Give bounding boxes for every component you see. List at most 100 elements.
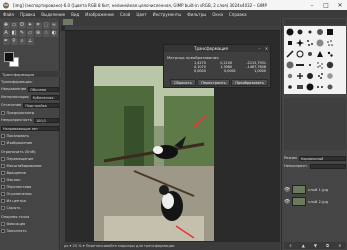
horizontal-ruler[interactable] [65, 26, 280, 31]
brush-preset[interactable] [316, 71, 326, 81]
visibility-eye-icon[interactable]: 👁 [284, 187, 290, 193]
menu-select[interactable]: Выделение [41, 12, 65, 17]
brush-preset[interactable] [326, 38, 336, 48]
constraint-item[interactable]: Перспектива [1, 184, 59, 190]
brush-preset[interactable] [316, 27, 326, 37]
transform-button[interactable]: Преобразовать [231, 79, 268, 86]
brush-preset[interactable] [295, 60, 305, 70]
preview-checkbox[interactable] [1, 111, 5, 115]
lower-layer-icon[interactable]: ▼ [314, 243, 317, 248]
show-checkbox[interactable] [1, 134, 5, 138]
constraint-checkbox[interactable] [1, 199, 5, 203]
constraint-checkbox[interactable] [1, 192, 5, 196]
pivot-checkbox[interactable] [1, 229, 5, 233]
brush-preset[interactable] [295, 27, 305, 37]
brushes-tab[interactable] [284, 19, 346, 25]
menu-tools[interactable]: Инструменты [153, 12, 182, 17]
close-button[interactable]: ✕ [333, 0, 347, 10]
clone-tool-icon[interactable]: ⊕ [34, 29, 42, 37]
brush-preset[interactable] [305, 71, 315, 81]
warp-tool-icon[interactable]: ≈ [50, 21, 58, 29]
constraint-checkbox[interactable] [1, 157, 5, 161]
smudge-tool-icon[interactable]: ☝ [42, 29, 50, 37]
constraint-item[interactable]: Перемещение [1, 156, 59, 162]
brush-preset[interactable] [316, 82, 326, 92]
measure-tool-icon[interactable]: ⟂ [26, 37, 34, 45]
brush-preset[interactable] [285, 38, 295, 48]
interpolation-select[interactable]: Кубическая [30, 94, 59, 100]
new-layer-icon[interactable]: ＋ [289, 243, 293, 249]
pivot-item[interactable]: Фиксация [1, 221, 59, 227]
brush-preset[interactable] [285, 71, 295, 81]
menu-image[interactable]: Изображение [85, 12, 114, 17]
dodge-tool-icon[interactable]: ◐ [50, 29, 58, 37]
brush-preset[interactable] [295, 38, 305, 48]
tool-options-tab[interactable]: Трансформация [0, 71, 60, 77]
eraser-tool-icon[interactable]: ▱ [26, 29, 34, 37]
foreground-color-swatch[interactable] [4, 52, 14, 62]
text-tool-icon[interactable]: A [2, 29, 10, 37]
pivot-item[interactable]: Заполнять [1, 228, 59, 234]
brush-preset[interactable] [316, 60, 326, 70]
bucket-fill-tool-icon[interactable]: ◧ [10, 29, 18, 37]
constraint-item[interactable]: Наклон [1, 177, 59, 183]
menu-colors[interactable]: Цвет [136, 12, 146, 17]
brush-preset[interactable] [305, 38, 315, 48]
show-row[interactable]: Показывать [1, 133, 59, 139]
brush-preset[interactable] [305, 49, 315, 59]
brush-preset[interactable] [295, 71, 305, 81]
image-row[interactable]: Изображение [1, 140, 59, 146]
zoom-tool-icon[interactable]: ⌕ [18, 37, 26, 45]
brush-preset[interactable] [305, 27, 315, 37]
brush-preset[interactable] [305, 82, 315, 92]
fuzzy-select-tool-icon[interactable]: ✦ [26, 21, 34, 29]
layer-item[interactable]: 👁 слой 2.jpg [284, 196, 346, 207]
brush-preset[interactable] [326, 82, 336, 92]
brush-preset[interactable] [285, 60, 295, 70]
layer-mode-select[interactable]: Нормальный [298, 155, 346, 161]
opacity-slider[interactable]: 100,0 [34, 117, 59, 123]
crop-tool-icon[interactable]: ⌗ [34, 21, 42, 29]
path-tool-icon[interactable]: ✒ [2, 37, 10, 45]
menu-windows[interactable]: Окна [212, 12, 223, 17]
brush-preset[interactable] [326, 49, 336, 59]
layer-item[interactable]: 👁 слой 1.jpg [284, 184, 346, 195]
raise-layer-icon[interactable]: ▲ [302, 243, 305, 248]
color-picker-tool-icon[interactable]: ⚲ [10, 37, 18, 45]
clipping-select[interactable]: Подстройка [23, 102, 59, 108]
brush-preset[interactable] [316, 49, 326, 59]
rect-select-tool-icon[interactable]: ▭ [10, 21, 18, 29]
guides-select[interactable]: Направляющие нет [1, 125, 59, 131]
menu-help[interactable]: Справка [229, 12, 247, 17]
maximize-button[interactable]: □ [319, 0, 333, 10]
fg-bg-color-selector[interactable] [4, 52, 20, 68]
constraint-checkbox[interactable] [1, 164, 5, 168]
brush-preset[interactable] [326, 27, 336, 37]
brush-preset[interactable] [285, 82, 295, 92]
constraint-checkbox[interactable] [1, 171, 5, 175]
pivot-checkbox[interactable] [1, 222, 5, 226]
constraint-checkbox[interactable] [1, 178, 5, 182]
delete-layer-icon[interactable]: ✕ [338, 243, 341, 248]
visibility-eye-icon[interactable]: 👁 [284, 199, 290, 205]
preview-row[interactable]: Предпросмотр [1, 110, 59, 116]
move-tool-icon[interactable]: ✥ [2, 21, 10, 29]
constraint-checkbox[interactable] [1, 185, 5, 189]
brush-preset[interactable] [326, 71, 336, 81]
paintbrush-tool-icon[interactable]: ✎ [18, 29, 26, 37]
menu-filters[interactable]: Фильтры [187, 12, 206, 17]
brush-preset[interactable] [316, 38, 326, 48]
constraint-item[interactable]: Вращение [1, 170, 59, 176]
minimize-button[interactable]: – [305, 0, 319, 10]
menu-edit[interactable]: Правка [20, 12, 35, 17]
brush-preset[interactable] [295, 49, 305, 59]
brush-preset[interactable] [285, 27, 295, 37]
constraint-checkbox[interactable] [1, 206, 5, 210]
brush-preset[interactable] [326, 60, 336, 70]
constraint-item[interactable]: Скрыть [1, 205, 59, 211]
image-layer[interactable] [94, 66, 214, 241]
menu-view[interactable]: Вид [71, 12, 79, 17]
layer-opacity-slider[interactable] [309, 163, 346, 169]
dialog-minimize-icon[interactable]: – [257, 46, 262, 51]
duplicate-layer-icon[interactable]: ⧉ [326, 243, 329, 248]
